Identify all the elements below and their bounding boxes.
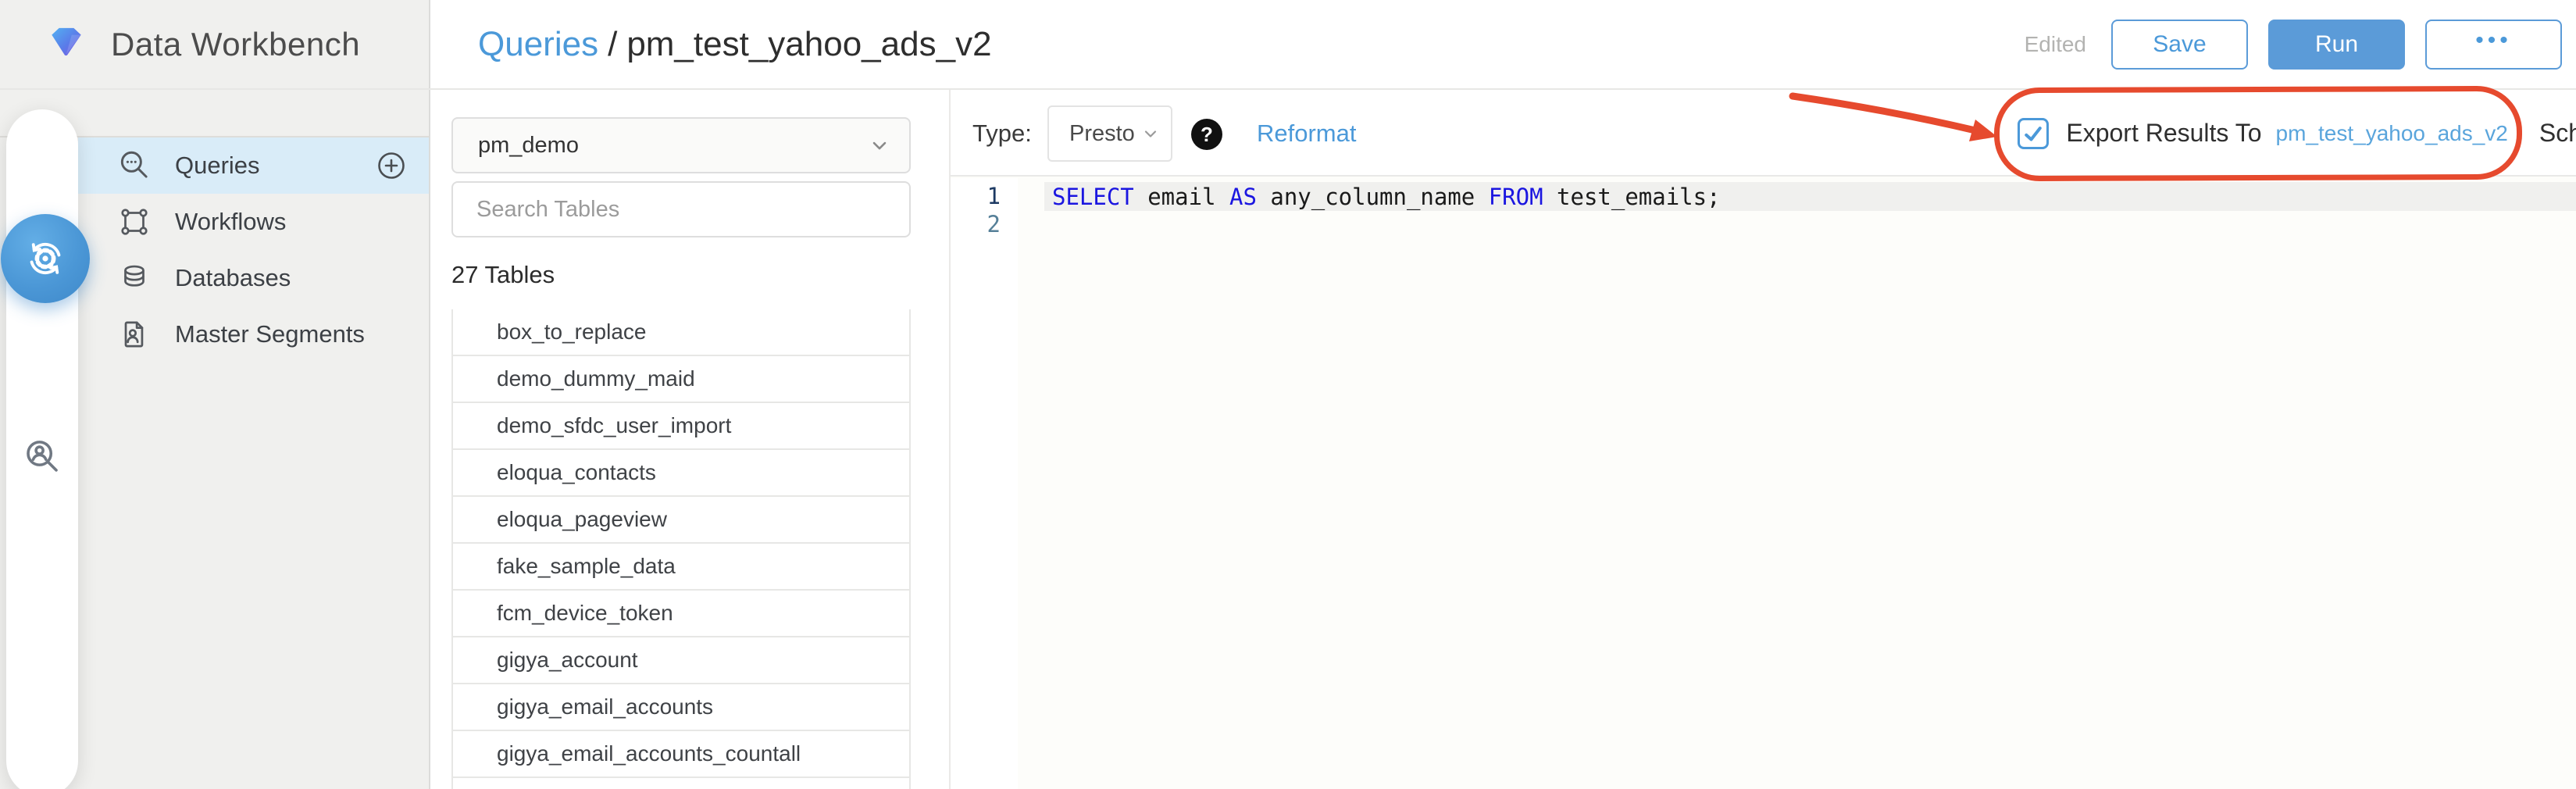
sidebar-item-label: Databases: [175, 264, 291, 292]
table-count-label: 27 Tables: [451, 261, 911, 289]
help-icon[interactable]: ?: [1191, 119, 1222, 150]
table-list: box_to_replace demo_dummy_maid demo_sfdc…: [451, 309, 911, 789]
chevron-down-icon: [869, 134, 890, 156]
sql-token: FROM: [1489, 184, 1543, 210]
table-row[interactable]: eloqua_contacts: [451, 450, 911, 497]
sidebar-item-queries[interactable]: Queries: [78, 137, 429, 194]
table-row[interactable]: eloqua_pageview: [451, 497, 911, 544]
schedule-link-clipped[interactable]: Sch: [2539, 119, 2576, 148]
breadcrumb-separator: /: [608, 25, 617, 64]
sql-statement: SELECT email AS any_column_name FROM tes…: [1052, 182, 1721, 211]
table-name: gigya_email_accounts: [497, 694, 713, 719]
table-row[interactable]: gigya_email_accounts_countall: [451, 731, 911, 778]
data-workbench-app: Data Workbench Queries / pm_test_yahoo_a…: [0, 0, 2576, 789]
sidebar-item-workflows[interactable]: Workflows: [78, 194, 429, 250]
table-name: eloqua_pageview: [497, 507, 667, 532]
line-number: 2: [987, 210, 1001, 239]
workflows-icon: [116, 203, 153, 241]
table-name: fcm_device_token: [497, 601, 673, 626]
sidebar-menu: Queries Workflows: [78, 137, 429, 362]
more-options-button[interactable]: •••: [2425, 20, 2562, 70]
search-tables-box: [451, 181, 911, 237]
audience-search-icon[interactable]: [20, 435, 64, 479]
queries-magnifier-icon: [116, 147, 153, 184]
table-row[interactable]: demo_sfdc_user_import: [451, 403, 911, 450]
table-row[interactable]: demo_dummy_maid: [451, 356, 911, 403]
sidebar-item-master-segments[interactable]: Master Segments: [78, 306, 429, 362]
checkmark-icon: [2021, 122, 2045, 145]
table-name: gigya_account: [497, 648, 638, 673]
app-logo-gem-icon: [45, 21, 87, 67]
save-button[interactable]: Save: [2111, 20, 2248, 70]
sidebar-item-label: Master Segments: [175, 320, 365, 348]
sql-token: SELECT: [1052, 184, 1134, 210]
reformat-link[interactable]: Reformat: [1257, 90, 1356, 177]
export-area: Export Results To pm_test_yahoo_ads_v2 S…: [2018, 90, 2576, 177]
search-tables-input[interactable]: [451, 181, 911, 237]
annotation-red-arrow: [1788, 82, 2007, 168]
sidebar-item-label: Queries: [175, 152, 260, 180]
table-row[interactable]: fake_sample_data: [451, 544, 911, 591]
table-row[interactable]: box_to_replace: [451, 309, 911, 356]
header-actions: Edited Save Run •••: [2025, 0, 2562, 88]
export-target-link[interactable]: pm_test_yahoo_ads_v2: [2276, 121, 2508, 146]
table-row[interactable]: gigya_account: [451, 637, 911, 684]
table-name: eloqua_contacts: [497, 460, 656, 485]
type-label: Type:: [972, 90, 1032, 177]
breadcrumb-page-title: pm_test_yahoo_ads_v2: [626, 25, 991, 64]
editor-header: Type: Presto ? Reformat: [951, 90, 2576, 177]
sql-token: email: [1134, 184, 1229, 210]
table-row[interactable]: gmb_accounts: [451, 778, 911, 789]
table-name: box_to_replace: [497, 320, 646, 345]
edited-status-badge: Edited: [2025, 32, 2086, 57]
engine-selector[interactable]: Presto: [1047, 105, 1172, 162]
breadcrumb: Queries / pm_test_yahoo_ads_v2: [478, 0, 992, 88]
database-selector[interactable]: pm_demo: [451, 117, 911, 173]
brand-area: Data Workbench: [0, 0, 429, 88]
sidebar-item-label: Workflows: [175, 208, 286, 236]
sql-token: AS: [1229, 184, 1257, 210]
chevron-down-icon: [1141, 124, 1160, 143]
app-title: Data Workbench: [111, 26, 360, 63]
table-name: demo_sfdc_user_import: [497, 413, 731, 438]
export-results-checkbox[interactable]: [2018, 118, 2049, 149]
database-selector-value: pm_demo: [478, 133, 579, 159]
master-segments-icon: [116, 316, 153, 353]
table-name: fake_sample_data: [497, 554, 676, 579]
new-query-plus-icon[interactable]: [374, 148, 409, 183]
line-number-gutter: 1 2: [951, 178, 1018, 789]
table-row[interactable]: gigya_email_accounts: [451, 684, 911, 731]
tables-panel: pm_demo 27 Tables box_to_replace demo_du…: [451, 117, 911, 789]
databases-icon: [116, 259, 153, 297]
export-results-group: Export Results To pm_test_yahoo_ads_v2: [2018, 118, 2508, 149]
sql-token: any_column_name: [1257, 184, 1489, 210]
line-number: 1: [987, 182, 1001, 211]
table-row[interactable]: fcm_device_token: [451, 591, 911, 637]
table-name: gigya_email_accounts_countall: [497, 741, 801, 766]
data-workbench-active-icon[interactable]: [1, 214, 90, 303]
breadcrumb-queries-link[interactable]: Queries: [478, 25, 598, 64]
sql-token: test_emails;: [1543, 184, 1721, 210]
table-name: demo_dummy_maid: [497, 366, 695, 391]
top-header: Data Workbench Queries / pm_test_yahoo_a…: [0, 0, 2576, 88]
run-button[interactable]: Run: [2268, 20, 2405, 70]
sql-code-area[interactable]: 1 2 SELECT email AS any_column_name FROM…: [951, 178, 2576, 789]
sidebar-item-databases[interactable]: Databases: [78, 250, 429, 306]
export-results-label: Export Results To: [2066, 119, 2261, 148]
icon-rail: [6, 109, 78, 789]
query-editor-panel: Type: Presto ? Reformat: [949, 90, 2576, 789]
engine-selector-value: Presto: [1069, 121, 1135, 147]
